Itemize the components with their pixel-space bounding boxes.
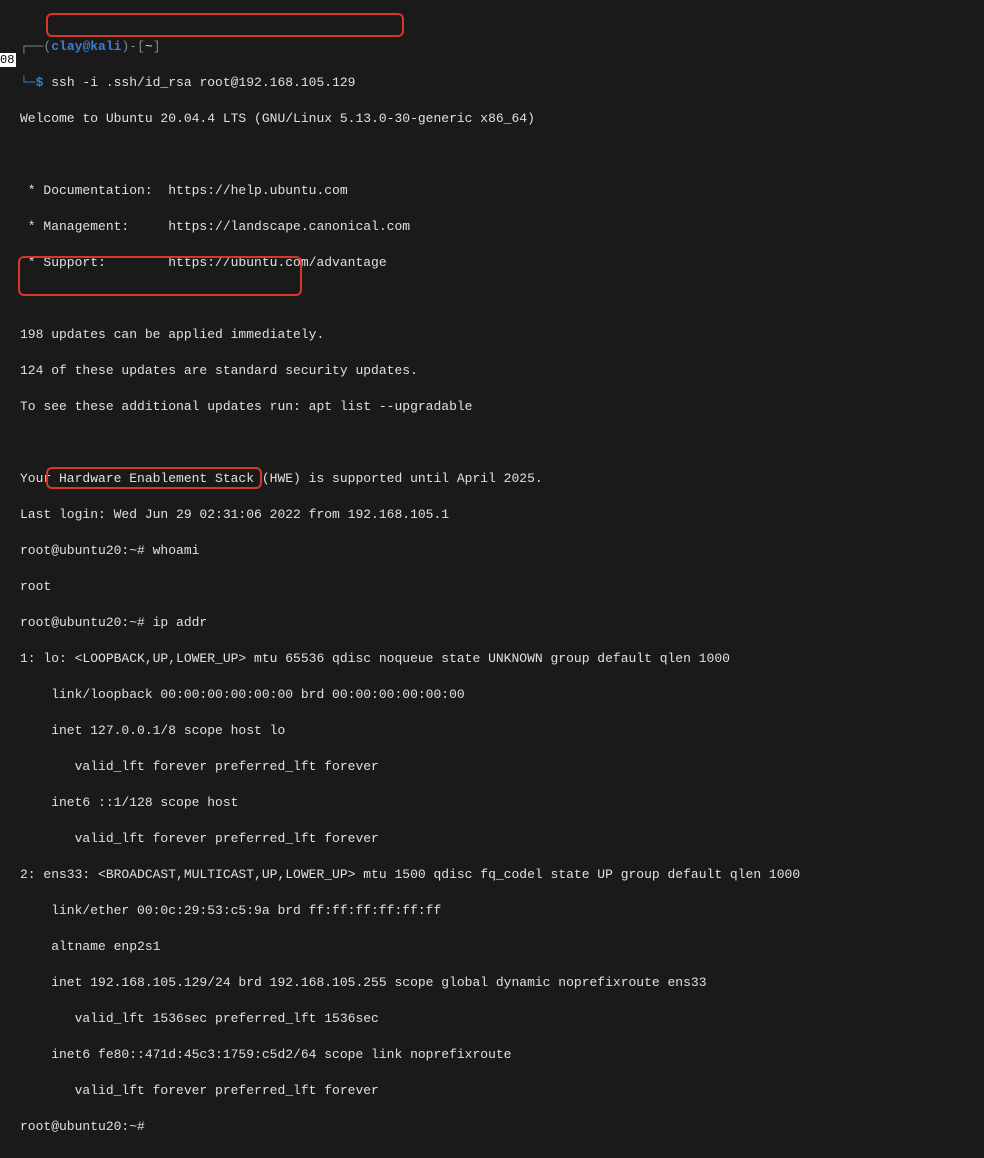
kali-prompt-top: ┌──(clay@kali)-[~] xyxy=(20,38,964,56)
ip-lo-inet: inet 127.0.0.1/8 scope host lo xyxy=(20,722,964,740)
kali-command-line[interactable]: └─$ ssh -i .ssh/id_rsa root@192.168.105.… xyxy=(20,74,964,92)
ip-lo-link: link/loopback 00:00:00:00:00:00 brd 00:0… xyxy=(20,686,964,704)
motd-mgmt: * Management: https://landscape.canonica… xyxy=(20,218,964,236)
motd-upd3: To see these additional updates run: apt… xyxy=(20,398,964,416)
motd-welcome: Welcome to Ubuntu 20.04.4 LTS (GNU/Linux… xyxy=(20,110,964,128)
ip-lo-valid2: valid_lft forever preferred_lft forever xyxy=(20,830,964,848)
ip-ens33-altname: altname enp2s1 xyxy=(20,938,964,956)
ip-ens33-inet: inet 192.168.105.129/24 brd 192.168.105.… xyxy=(20,974,964,992)
terminal-window[interactable]: ┌──(clay@kali)-[~] └─$ ssh -i .ssh/id_rs… xyxy=(0,0,984,1158)
whoami-line[interactable]: root@ubuntu20:~# whoami xyxy=(20,542,964,560)
ip-lo-header: 1: lo: <LOOPBACK,UP,LOWER_UP> mtu 65536 … xyxy=(20,650,964,668)
ssh-command: ssh -i .ssh/id_rsa root@192.168.105.129 xyxy=(51,75,355,90)
ip-lo-inet6: inet6 ::1/128 scope host xyxy=(20,794,964,812)
motd-upd2: 124 of these updates are standard securi… xyxy=(20,362,964,380)
ip-lo-valid1: valid_lft forever preferred_lft forever xyxy=(20,758,964,776)
whoami-cmd: whoami xyxy=(153,543,200,558)
motd-hwe: Your Hardware Enablement Stack (HWE) is … xyxy=(20,470,964,488)
motd-doc: * Documentation: https://help.ubuntu.com xyxy=(20,182,964,200)
ip-ens33-link: link/ether 00:0c:29:53:c5:9a brd ff:ff:f… xyxy=(20,902,964,920)
side-label: 08 xyxy=(0,53,16,67)
ip-ens33-inet6: inet6 fe80::471d:45c3:1759:c5d2/64 scope… xyxy=(20,1046,964,1064)
ip-ens33-valid2: valid_lft forever preferred_lft forever xyxy=(20,1082,964,1100)
motd-supp: * Support: https://ubuntu.com/advantage xyxy=(20,254,964,272)
final-prompt[interactable]: root@ubuntu20:~# xyxy=(20,1118,964,1136)
whoami-output: root xyxy=(20,578,964,596)
ipaddr-line[interactable]: root@ubuntu20:~# ip addr xyxy=(20,614,964,632)
motd-last-login: Last login: Wed Jun 29 02:31:06 2022 fro… xyxy=(20,506,964,524)
ip-addr-cmd: ip addr xyxy=(153,615,208,630)
ip-ens33-valid1: valid_lft 1536sec preferred_lft 1536sec xyxy=(20,1010,964,1028)
ip-ens33-header: 2: ens33: <BROADCAST,MULTICAST,UP,LOWER_… xyxy=(20,866,964,884)
motd-upd1: 198 updates can be applied immediately. xyxy=(20,326,964,344)
